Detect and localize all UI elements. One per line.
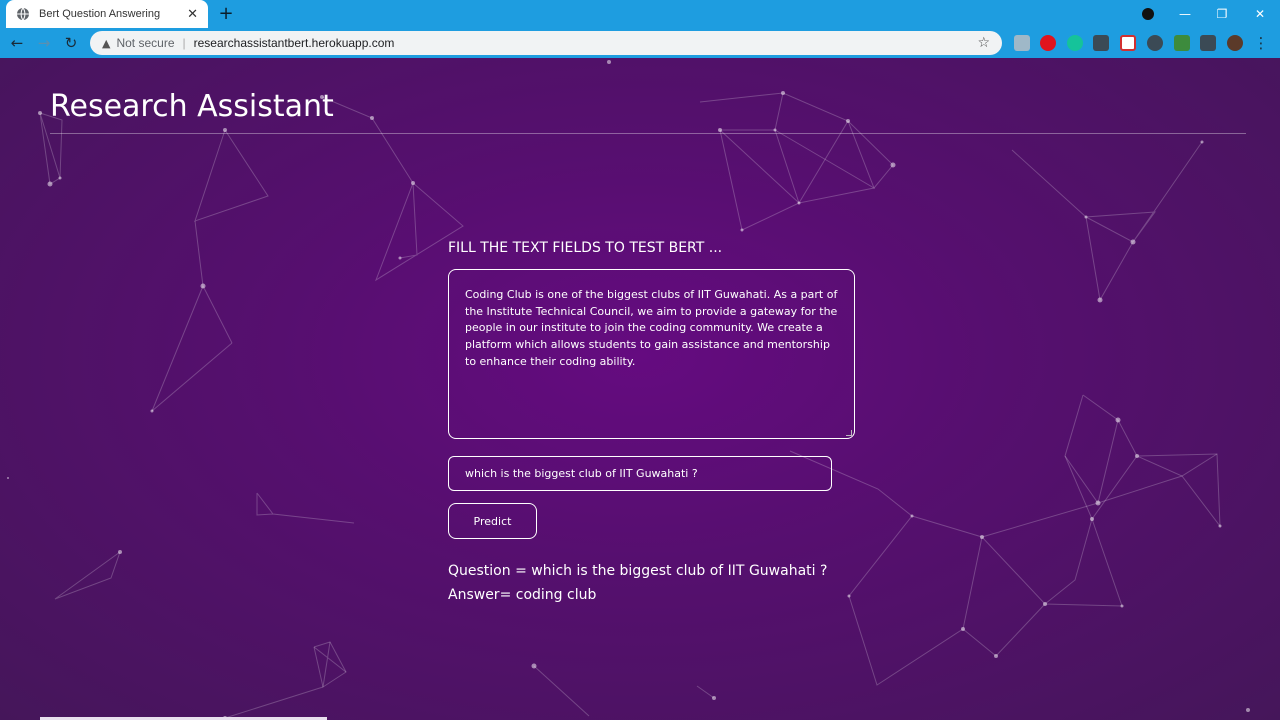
restore-button[interactable]: ❐ (1204, 0, 1240, 28)
page-content: Research Assistant FILL THE TEXT FIELDS … (0, 58, 1280, 720)
extension-pocket-icon[interactable] (1120, 35, 1136, 51)
extensions-menu-icon[interactable] (1200, 35, 1216, 51)
bookmark-star-icon[interactable]: ☆ (977, 35, 990, 51)
site-title: Research Assistant (50, 89, 334, 124)
predict-button[interactable]: Predict (448, 503, 537, 539)
kebab-menu-icon[interactable]: ⋮ (1252, 34, 1270, 52)
globe-icon (17, 7, 29, 21)
url-text[interactable]: researchassistantbert.herokuapp.com (194, 36, 978, 50)
browser-tab[interactable]: Bert Question Answering ✕ (6, 0, 208, 28)
url-separator: | (182, 36, 186, 50)
new-tab-button[interactable]: + (216, 4, 236, 24)
profile-menu-icon[interactable] (1142, 8, 1154, 20)
browser-toolbar: ← → ↻ ▲ Not secure | researchassistantbe… (0, 28, 1280, 58)
close-window-button[interactable]: ✕ (1242, 0, 1278, 28)
context-textarea[interactable]: Coding Club is one of the biggest clubs … (448, 269, 855, 439)
reload-icon[interactable]: ↻ (62, 34, 80, 52)
extension-speed-icon[interactable] (1147, 35, 1163, 51)
extension-gitzip-icon[interactable] (1093, 35, 1109, 51)
back-arrow-icon[interactable]: ← (8, 34, 26, 52)
warning-icon: ▲ (102, 36, 111, 50)
form-heading: FILL THE TEXT FIELDS TO TEST BERT ... (448, 240, 723, 256)
extension-cloud-icon[interactable] (1014, 35, 1030, 51)
forward-arrow-icon[interactable]: → (35, 34, 53, 52)
context-text: Coding Club is one of the biggest clubs … (465, 288, 838, 368)
result-question: Question = which is the biggest club of … (448, 563, 828, 579)
tab-title: Bert Question Answering (39, 8, 161, 20)
address-bar[interactable]: ▲ Not secure | researchassistantbert.her… (90, 31, 1002, 55)
result-answer: Answer= coding club (448, 587, 597, 603)
extension-opera-icon[interactable] (1040, 35, 1056, 51)
title-divider (50, 133, 1246, 134)
extension-grammarly-icon[interactable] (1067, 35, 1083, 51)
browser-tab-strip: Bert Question Answering ✕ + — ❐ ✕ (0, 0, 1280, 28)
minimize-button[interactable]: — (1167, 0, 1203, 28)
question-input-value: which is the biggest club of IIT Guwahat… (465, 467, 698, 480)
resize-handle-icon[interactable] (846, 430, 852, 436)
user-avatar[interactable] (1227, 35, 1243, 51)
security-label: Not secure (116, 36, 175, 50)
tab-close-icon[interactable]: ✕ (187, 8, 198, 21)
question-input[interactable]: which is the biggest club of IIT Guwahat… (448, 456, 832, 491)
extension-puzzle-game-icon[interactable] (1174, 35, 1190, 51)
